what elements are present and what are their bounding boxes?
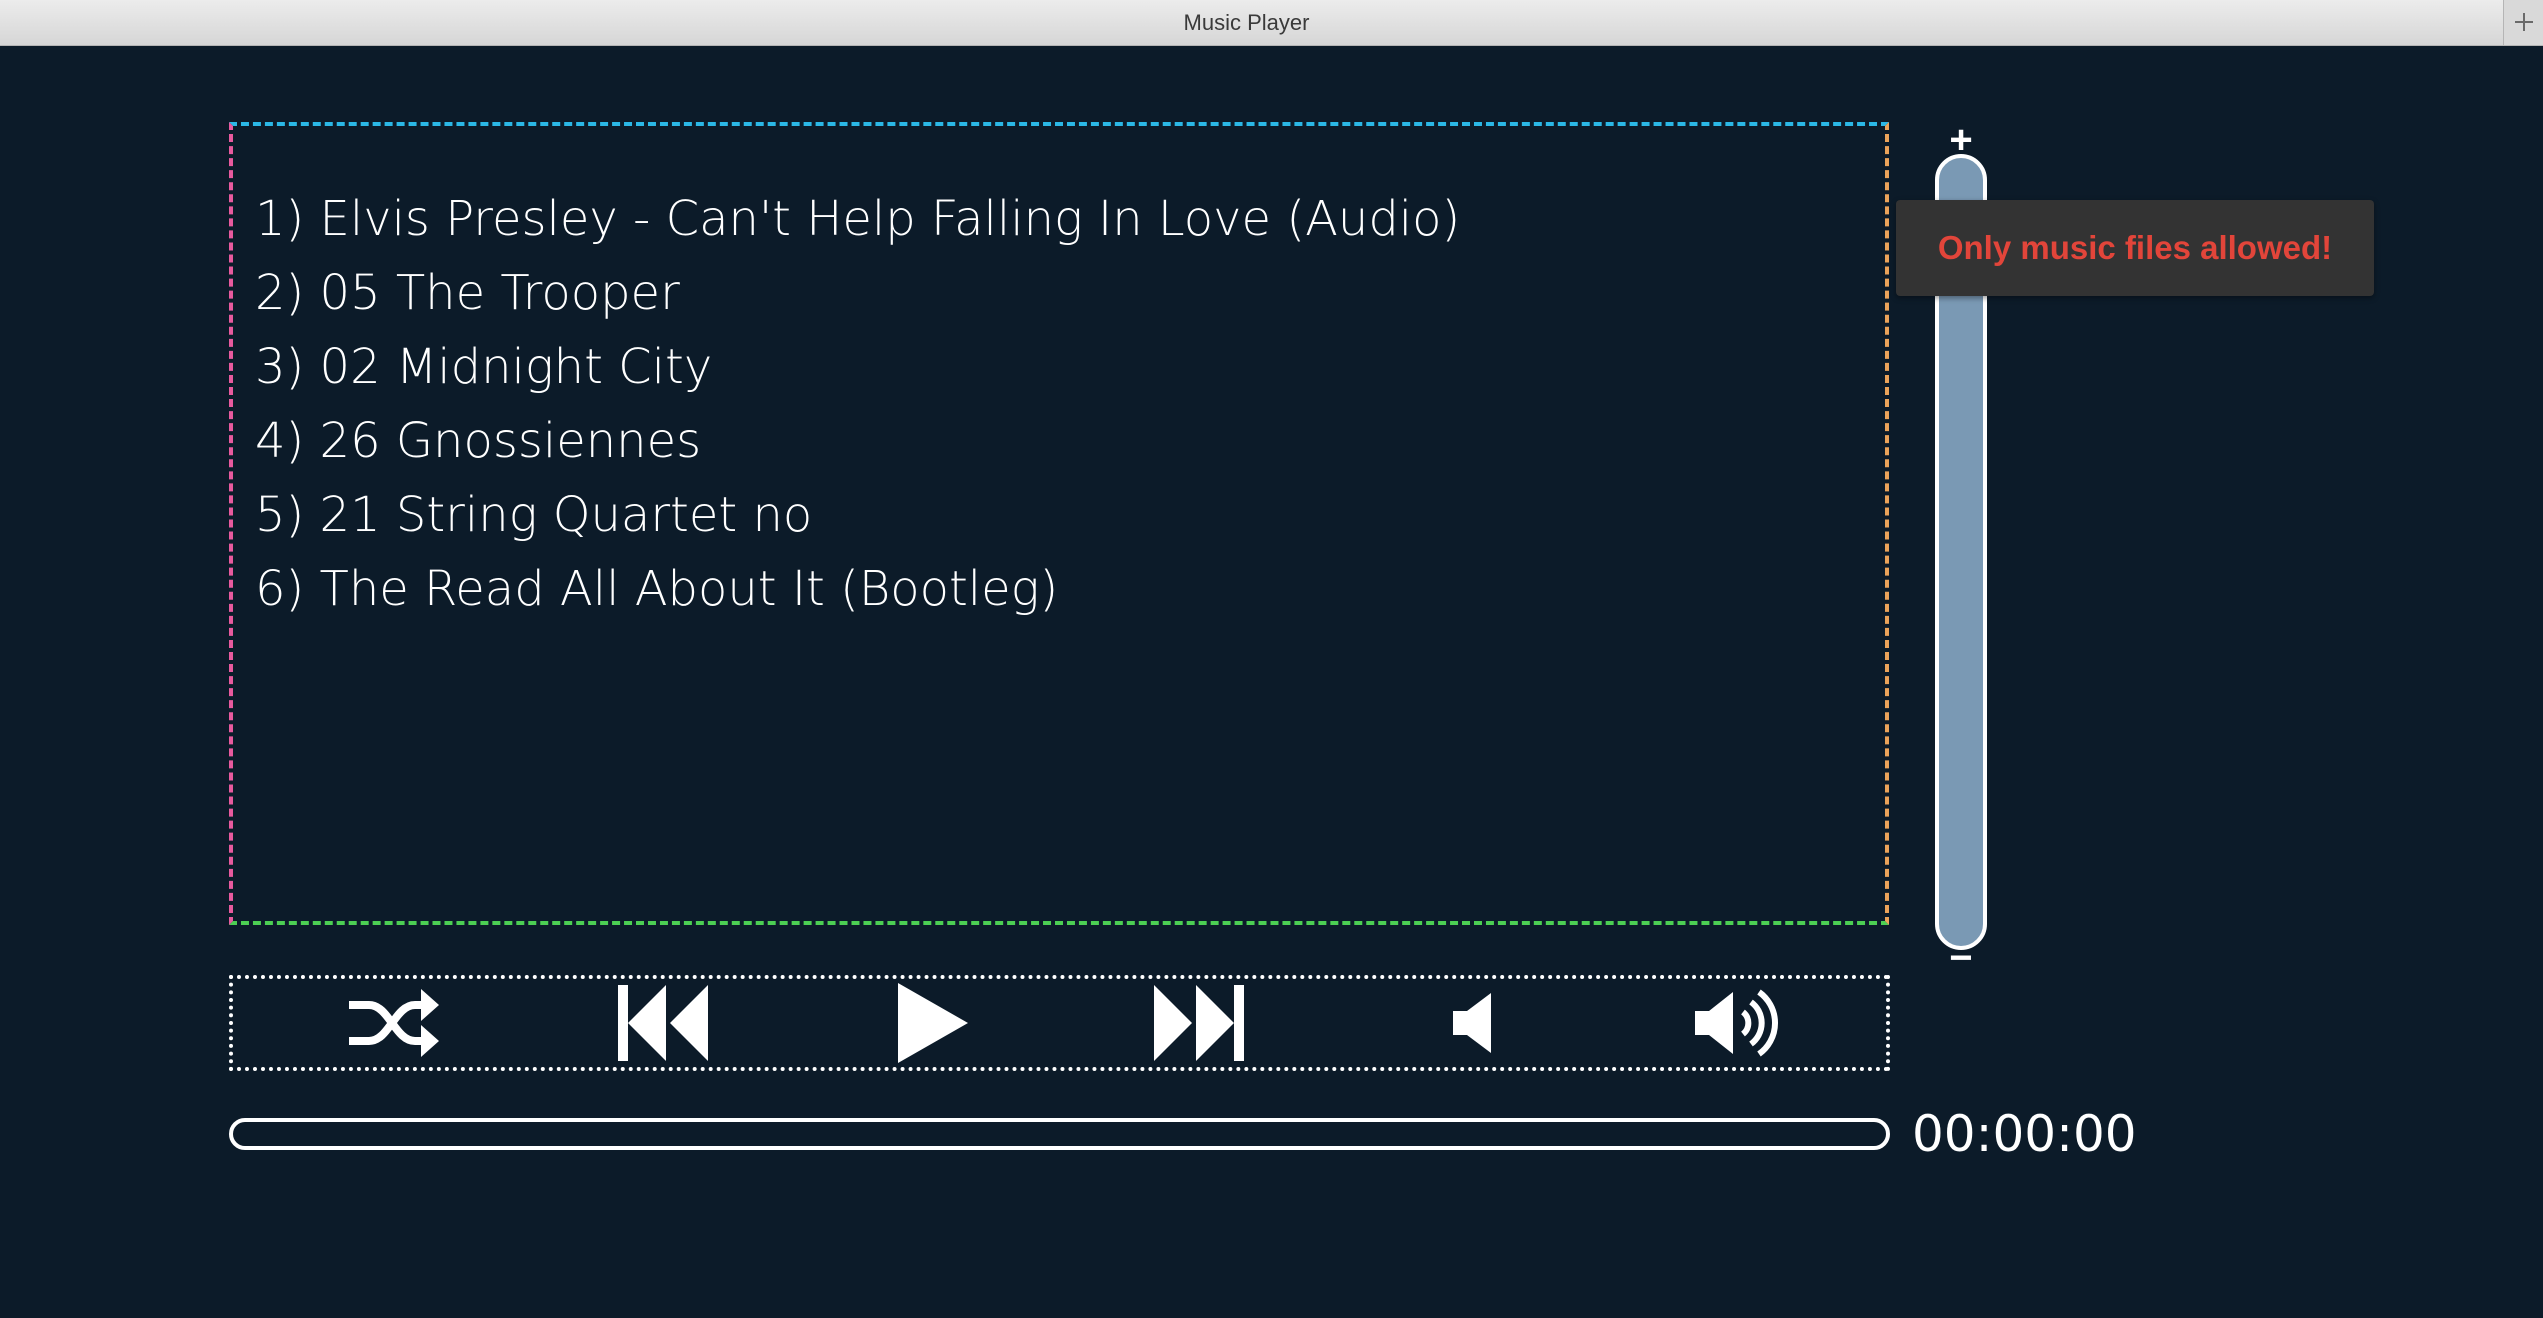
next-icon	[1154, 985, 1244, 1061]
playlist: 1) Elvis Presley - Can't Help Falling In…	[233, 126, 1885, 626]
volume-minus-label: −	[1949, 936, 1973, 980]
player-controls	[229, 975, 1890, 1071]
previous-button[interactable]	[593, 979, 733, 1067]
volume-down-button[interactable]	[1403, 979, 1543, 1067]
playlist-item[interactable]: 3) 02 Midnight City	[255, 330, 1885, 404]
playlist-item[interactable]: 2) 05 The Trooper	[255, 256, 1885, 330]
playlist-item[interactable]: 1) Elvis Presley - Can't Help Falling In…	[255, 182, 1885, 256]
error-toast: Only music files allowed!	[1896, 200, 2374, 296]
shuffle-icon	[349, 989, 439, 1057]
shuffle-button[interactable]	[323, 979, 463, 1067]
elapsed-time: 00:00:00	[1912, 1105, 2137, 1163]
playlist-item[interactable]: 6) The Read All About It (Bootleg)	[255, 552, 1885, 626]
playlist-item[interactable]: 5) 21 String Quartet no	[255, 478, 1885, 552]
window-title: Music Player	[1183, 10, 1310, 35]
volume-up-button[interactable]	[1663, 979, 1813, 1067]
window-titlebar: Music Player	[0, 0, 2543, 46]
previous-icon	[618, 985, 708, 1061]
volume-down-icon	[1453, 993, 1491, 1053]
next-button[interactable]	[1129, 979, 1269, 1067]
playlist-item[interactable]: 4) 26 Gnossiennes	[255, 404, 1885, 478]
play-icon	[898, 983, 968, 1063]
plus-icon	[2515, 13, 2533, 31]
volume-up-icon	[1695, 989, 1778, 1057]
new-tab-button[interactable]	[2503, 0, 2543, 45]
play-button[interactable]	[863, 979, 1003, 1067]
playlist-dropzone[interactable]: 1) Elvis Presley - Can't Help Falling In…	[229, 122, 1889, 925]
progress-bar[interactable]	[229, 1118, 1890, 1150]
